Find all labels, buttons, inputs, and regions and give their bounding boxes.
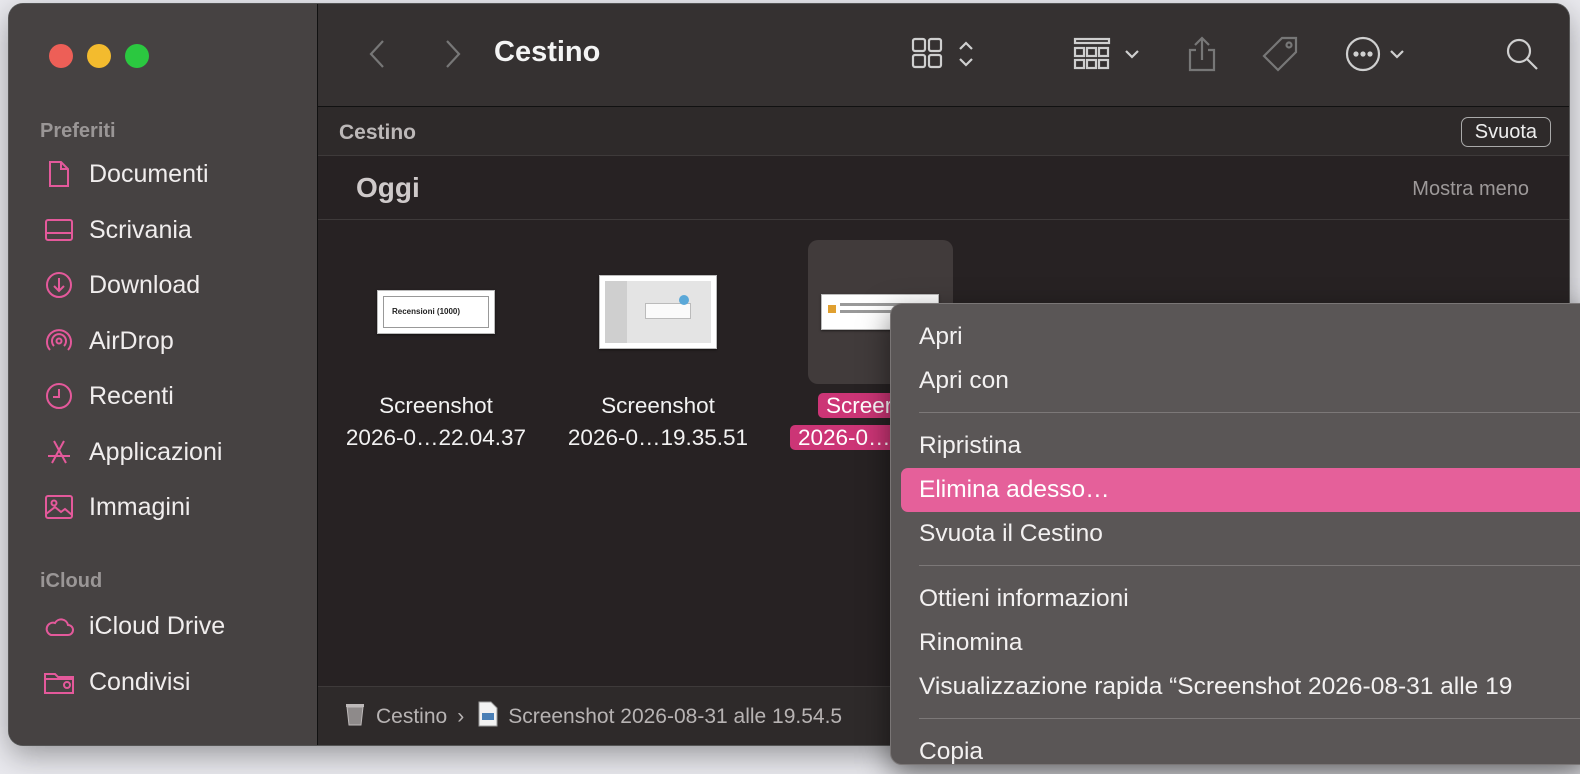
clock-icon — [43, 380, 75, 412]
airdrop-icon — [43, 325, 75, 357]
file-name-line2: 2026-0…22.04.37 — [345, 425, 527, 450]
sidebar-item-download[interactable]: Download — [43, 265, 200, 305]
icloud-section-title: iCloud — [40, 570, 103, 592]
sidebar-item-immagini[interactable]: Immagini — [43, 487, 190, 527]
location-title: Cestino — [339, 121, 417, 144]
ellipsis-circle-icon — [1345, 36, 1404, 72]
window-title: Cestino — [494, 36, 601, 68]
chevron-right-icon — [446, 40, 461, 68]
share-icon — [1188, 36, 1216, 72]
more-actions-button[interactable] — [1345, 32, 1409, 76]
show-less-link[interactable]: Mostra meno — [1412, 178, 1529, 201]
grid-view-icon — [911, 37, 973, 69]
sidebar-item-label: AirDrop — [89, 326, 174, 355]
back-button[interactable] — [366, 32, 390, 76]
desktop-icon — [43, 214, 75, 246]
toolbar: Cestino — [318, 4, 1569, 107]
view-mode-button[interactable] — [910, 32, 982, 76]
sidebar-item-airdrop[interactable]: AirDrop — [43, 321, 174, 361]
menu-item-apri-con[interactable]: Apri con — [901, 359, 1580, 403]
group-by-button[interactable] — [1072, 32, 1144, 76]
empty-trash-button[interactable]: Svuota — [1460, 117, 1551, 147]
menu-item-ottieni-informazioni[interactable]: Ottieni informazioni — [901, 577, 1580, 621]
menu-item-apri[interactable]: Apri — [901, 315, 1580, 359]
menu-separator — [919, 565, 1580, 566]
document-icon — [43, 158, 75, 190]
download-icon — [43, 269, 75, 301]
menu-item-ripristina[interactable]: Ripristina — [901, 424, 1580, 468]
zoom-window-button[interactable] — [125, 44, 149, 68]
sidebar: Preferiti Documenti Scrivania Download A… — [9, 4, 318, 745]
sidebar-item-label: Applicazioni — [89, 437, 223, 466]
favorites-section-title: Preferiti — [40, 120, 116, 142]
sidebar-item-label: Download — [89, 270, 201, 299]
file-item[interactable]: Screenshot 2026-0…19.35.51 — [558, 240, 758, 454]
file-item[interactable]: Recensioni (1000) Screenshot 2026-0…22.0… — [336, 240, 536, 454]
shared-folder-icon — [43, 666, 75, 698]
sidebar-item-recenti[interactable]: Recenti — [43, 376, 174, 416]
group-icon — [1073, 37, 1139, 70]
sidebar-item-label: Documenti — [89, 159, 209, 188]
tag-button[interactable] — [1260, 32, 1300, 76]
path-item-file[interactable]: Screenshot 2026-08-31 alle 19.54.5 — [508, 705, 842, 729]
menu-separator — [919, 718, 1580, 719]
sidebar-item-label: Immagini — [89, 492, 191, 521]
search-button[interactable] — [1504, 32, 1540, 76]
sidebar-item-scrivania[interactable]: Scrivania — [43, 210, 192, 250]
forward-button[interactable] — [440, 32, 464, 76]
file-thumbnail — [586, 240, 731, 384]
file-name-line1: Screer — [818, 393, 901, 418]
sidebar-item-applicazioni[interactable]: Applicazioni — [43, 432, 222, 472]
menu-separator — [919, 412, 1580, 413]
location-header: Cestino Svuota — [318, 107, 1569, 156]
applications-icon — [43, 436, 75, 468]
cloud-icon — [43, 610, 75, 642]
window-controls — [49, 44, 149, 68]
share-button[interactable] — [1186, 32, 1218, 76]
sidebar-item-label: Recenti — [89, 381, 174, 410]
menu-item-svuota-cestino[interactable]: Svuota il Cestino — [901, 512, 1580, 556]
sidebar-item-icloud-drive[interactable]: iCloud Drive — [43, 606, 225, 646]
menu-item-copia[interactable]: Copia — [901, 730, 1580, 774]
menu-item-quick-look[interactable]: Visualizzazione rapida “Screenshot 2026-… — [901, 665, 1580, 709]
thumbnail-text: Recensioni (1000) — [383, 296, 489, 328]
menu-item-rinomina[interactable]: Rinomina — [901, 621, 1580, 665]
path-item-trash[interactable]: Cestino — [376, 705, 447, 729]
photo-icon — [43, 491, 75, 523]
file-name-line1: Screenshot — [601, 393, 715, 418]
chevron-left-icon — [369, 40, 384, 68]
file-name-line2: 2026-0…19.35.51 — [567, 425, 749, 450]
tag-icon — [1262, 36, 1298, 72]
file-name-line1: Screenshot — [379, 393, 493, 418]
sidebar-item-label: Condivisi — [89, 667, 191, 696]
context-menu: Apri Apri con Ripristina Elimina adesso…… — [890, 303, 1580, 765]
sidebar-item-label: iCloud Drive — [89, 611, 226, 640]
group-header: Oggi Mostra meno — [318, 156, 1569, 220]
sidebar-item-condivisi[interactable]: Condivisi — [43, 662, 190, 702]
close-window-button[interactable] — [49, 44, 73, 68]
file-thumbnail: Recensioni (1000) — [364, 240, 509, 384]
trash-icon — [344, 701, 366, 733]
file-icon — [478, 701, 498, 733]
minimize-window-button[interactable] — [87, 44, 111, 68]
menu-item-elimina-adesso[interactable]: Elimina adesso… — [901, 468, 1580, 512]
group-title: Oggi — [356, 172, 420, 203]
sidebar-item-documenti[interactable]: Documenti — [43, 154, 209, 194]
path-separator: › — [457, 704, 465, 728]
search-icon — [1506, 38, 1538, 70]
sidebar-item-label: Scrivania — [89, 215, 192, 244]
